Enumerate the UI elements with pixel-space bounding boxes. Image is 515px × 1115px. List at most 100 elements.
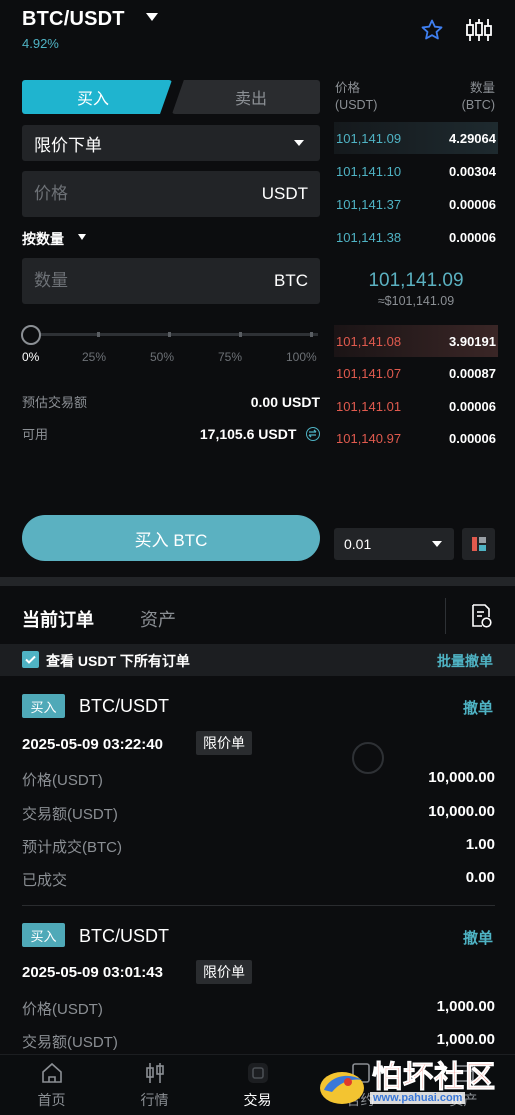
card-divider <box>22 905 495 906</box>
ob-bid-price: 101,141.37 <box>336 196 402 212</box>
buy-submit-button[interactable]: 买入 BTC <box>22 515 320 561</box>
chevron-down-icon[interactable] <box>78 234 86 240</box>
ob-ask-row[interactable]: 101,141.07 0.00087 <box>334 357 498 389</box>
ob-bid-row[interactable]: 101,141.10 0.00304 <box>334 155 498 187</box>
trade-icon <box>248 1063 268 1083</box>
cancel-all-button[interactable]: 批量撤单 <box>437 651 493 671</box>
slider-tick <box>168 332 171 337</box>
ob-bid-qty: 0.00304 <box>449 163 496 179</box>
ob-ask-price: 101,141.01 <box>336 398 402 414</box>
show-all-checkbox[interactable] <box>22 651 39 668</box>
order-pair: BTC/USDT <box>79 926 169 946</box>
order-field-label: 价格(USDT) <box>22 772 103 789</box>
order-field-label: 预计成交(BTC) <box>22 839 122 856</box>
ob-bid-price: 101,141.09 <box>336 130 402 146</box>
candlestick-icon[interactable] <box>466 18 492 42</box>
show-all-label[interactable]: 查看 USDT 下所有订单 <box>46 651 190 671</box>
cancel-order-button[interactable]: 撤单 <box>463 927 493 948</box>
ob-bid-price: 101,141.38 <box>336 229 402 245</box>
estimate-label: 预估交易额 <box>22 395 88 410</box>
order-type-select[interactable]: 限价下单 <box>22 125 320 161</box>
ob-ask-row[interactable]: 101,141.01 0.00006 <box>334 390 498 422</box>
order-history-icon[interactable] <box>470 603 492 629</box>
cancel-order-button[interactable]: 撤单 <box>463 697 493 718</box>
order-pair: BTC/USDT <box>79 696 169 716</box>
ob-ask-price: 101,141.08 <box>336 333 402 349</box>
order-side-badge: 买入 <box>22 694 65 718</box>
tab-current-orders[interactable]: 当前订单 <box>22 606 94 632</box>
pair-dropdown-icon[interactable] <box>146 13 158 21</box>
qty-unit: BTC <box>274 271 308 290</box>
ob-ask-row[interactable]: 101,140.97 0.00006 <box>334 422 498 454</box>
ob-bid-qty: 4.29064 <box>449 130 496 146</box>
ob-price-header: 价格 (USDT) <box>335 80 377 114</box>
ob-ask-row[interactable]: 101,141.08 3.90191 <box>334 325 498 357</box>
ob-bid-row[interactable]: 101,141.09 4.29064 <box>334 122 498 154</box>
available-value: 17,105.6 USDT <box>199 425 297 442</box>
ob-price-title: 价格 <box>335 81 361 95</box>
slider-label-25[interactable]: 25% <box>82 350 106 364</box>
slider-label-75[interactable]: 75% <box>218 350 242 364</box>
order-field-value: 1,000.00 <box>436 998 495 1015</box>
watermark-logo-icon <box>320 1072 364 1104</box>
star-icon[interactable] <box>420 18 444 42</box>
available-value-wrap: 17,105.6 USDT <box>200 426 320 442</box>
watermark-text: 怕坏社区 <box>372 1061 496 1095</box>
ob-qty-header: 数量 (BTC) <box>440 80 495 114</box>
ob-ask-price: 101,141.07 <box>336 365 402 381</box>
price-change: 4.92% <box>22 36 59 51</box>
price-input[interactable] <box>34 184 214 204</box>
ob-ask-qty: 0.00006 <box>449 430 496 446</box>
last-price: 101,141.09 <box>368 270 464 291</box>
tab-assets[interactable]: 资产 <box>140 606 176 632</box>
check-icon <box>25 655 36 664</box>
nav-trade[interactable]: 交易 <box>206 1055 309 1115</box>
available-row: 可用 17,105.6 USDT <box>22 424 320 443</box>
available-label: 可用 <box>22 427 49 442</box>
nav-label: 首页 <box>37 1092 66 1108</box>
order-field-label: 交易额(USDT) <box>22 806 118 823</box>
order-type-badge: 限价单 <box>196 731 252 755</box>
qty-mode-select[interactable]: 按数量 <box>22 229 64 249</box>
order-field-value: 0.00 <box>465 869 495 886</box>
pair-title[interactable]: BTC/USDT <box>22 8 125 31</box>
slider-label-100[interactable]: 100% <box>286 350 317 364</box>
nav-market[interactable]: 行情 <box>103 1055 206 1115</box>
depth-precision-select[interactable]: 0.01 <box>334 528 454 560</box>
watermark-url: www.pahuai.com <box>370 1092 466 1104</box>
estimate-value: 0.00 USDT <box>250 393 320 410</box>
ob-price-unit: (USDT) <box>335 98 378 112</box>
tab-buy[interactable]: 买入 <box>22 80 172 114</box>
order-field-value: 1.00 <box>465 836 495 853</box>
estimate-row: 预估交易额 0.00 USDT <box>22 392 320 411</box>
section-separator <box>0 577 515 586</box>
slider-label-0[interactable]: 0% <box>22 350 39 364</box>
qty-input[interactable] <box>34 271 214 291</box>
ob-bid-row[interactable]: 101,141.37 0.00006 <box>334 188 498 220</box>
slider-tick <box>97 332 100 337</box>
watermark: 怕坏社区 www.pahuai.com <box>316 1052 506 1110</box>
ob-bid-qty: 0.00006 <box>449 229 496 245</box>
percent-slider-track[interactable] <box>31 333 318 336</box>
home-icon <box>42 1062 62 1083</box>
order-field-label: 已成交 <box>22 872 68 889</box>
chevron-down-icon <box>432 541 442 547</box>
slider-handle[interactable] <box>21 325 41 345</box>
qty-field[interactable]: BTC <box>22 258 320 304</box>
slider-label-50[interactable]: 50% <box>150 350 174 364</box>
ob-ask-qty: 0.00087 <box>449 365 496 381</box>
order-type-label: 限价下单 <box>34 135 102 155</box>
transfer-icon[interactable] <box>306 426 320 441</box>
tab-sell[interactable]: 卖出 <box>172 80 320 114</box>
book-layout-button[interactable] <box>462 528 495 560</box>
order-time: 2025-05-09 03:01:43 <box>22 964 163 981</box>
order-type-badge: 限价单 <box>196 960 252 984</box>
ob-bid-price: 101,141.10 <box>336 163 402 179</box>
ob-bid-row[interactable]: 101,141.38 0.00006 <box>334 221 498 253</box>
nav-home[interactable]: 首页 <box>0 1055 103 1115</box>
chevron-down-icon <box>294 140 304 146</box>
depth-value: 0.01 <box>344 536 372 552</box>
order-field-label: 交易额(USDT) <box>22 1034 118 1051</box>
price-field[interactable]: USDT <box>22 171 320 217</box>
nav-label: 行情 <box>140 1092 169 1108</box>
